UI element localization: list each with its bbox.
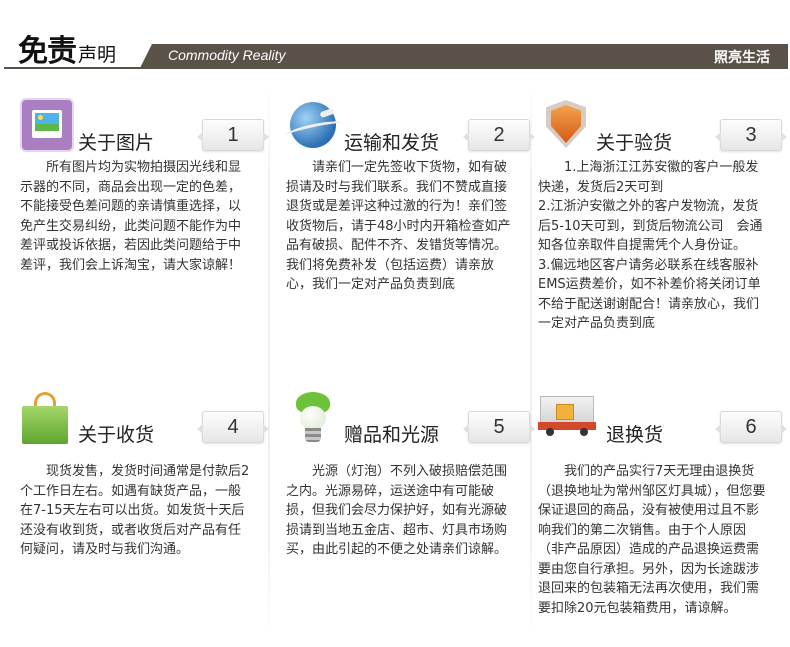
card-text: 光源（灯泡）不列入破损赔偿范围之内。光源易碎，运送途中有可能破损，但我们会尽力保… [286, 464, 508, 557]
page-title-sub: 声明 [78, 44, 117, 66]
card-text: 我们的产品实行7天无理由退换货（退换地址为常州邹区灯具城），但您要保证退回的商品… [538, 464, 766, 616]
card-body: 所有图片均为实物拍摄因光线和显示器的不同，商品会出现一定的色差，不能接受色差问题… [20, 158, 252, 275]
card-text: 现货发售，发货时间通常是付款后2个工作日左右。如遇有缺货产品，一般在7-15天左… [20, 464, 250, 557]
column-divider [268, 80, 270, 640]
card-text: 1.上海浙江江苏安徽的客户一般发快递，发货后2天可到 [538, 160, 759, 195]
card-title: 关于收货 [78, 424, 155, 446]
card-title: 退换货 [606, 424, 664, 446]
card-text: 3.偏远地区客户请务必联系在线客服补EMS运费差价，如不补差价将关闭订单不给于配… [538, 257, 761, 332]
card-title: 关于验货 [596, 132, 673, 154]
card-text: 请亲们一定先签收下货物，如有破损请及时与我们联系。我们不赞成直接退货或是差评这种… [286, 160, 511, 292]
card-text: 2.江浙沪安徽之外的客户发物流，发货后5-10天可到，到货后物流公司 会通知各位… [538, 199, 763, 253]
header-brand: 照亮生活 [714, 50, 770, 66]
globe-shipping-icon [283, 102, 345, 148]
delivery-truck-icon [538, 396, 596, 436]
column-divider [530, 80, 532, 640]
card-number: 2 [463, 119, 535, 151]
page-title-main: 免责 [18, 34, 77, 69]
shopping-bag-icon [22, 392, 68, 444]
card-title: 赠品和光源 [344, 424, 440, 446]
card-body: 我们的产品实行7天无理由退换货（退换地址为常州邹区灯具城），但您要保证退回的商品… [538, 462, 770, 618]
card-body: 1.上海浙江江苏安徽的客户一般发快递，发货后2天可到 2.江浙沪安徽之外的客户发… [538, 158, 770, 334]
header-bar: Commodity Reality 照亮生活 [140, 44, 788, 68]
card-number: 6 [715, 411, 787, 443]
card-number: 1 [197, 119, 269, 151]
card-title: 运输和发货 [344, 132, 440, 154]
card-title: 关于图片 [78, 132, 155, 154]
light-bulb-icon [290, 390, 336, 446]
page-title: 免责 声明 [18, 26, 116, 70]
card-number: 3 [715, 119, 787, 151]
card-body: 请亲们一定先签收下货物，如有破损请及时与我们联系。我们不赞成直接退货或是差评这种… [286, 158, 518, 295]
picture-icon [20, 98, 74, 152]
header-underline [4, 67, 788, 69]
card-number: 4 [197, 411, 269, 443]
card-body: 光源（灯泡）不列入破损赔偿范围之内。光源易碎，运送途中有可能破损，但我们会尽力保… [286, 462, 518, 560]
header: 免责 声明 Commodity Reality 照亮生活 [0, 0, 790, 70]
card-number: 5 [463, 411, 535, 443]
shield-icon [546, 100, 586, 148]
header-tagline: Commodity Reality [168, 47, 286, 63]
card-body: 现货发售，发货时间通常是付款后2个工作日左右。如遇有缺货产品，一般在7-15天左… [20, 462, 252, 560]
card-text: 所有图片均为实物拍摄因光线和显示器的不同，商品会出现一定的色差，不能接受色差问题… [20, 160, 242, 273]
